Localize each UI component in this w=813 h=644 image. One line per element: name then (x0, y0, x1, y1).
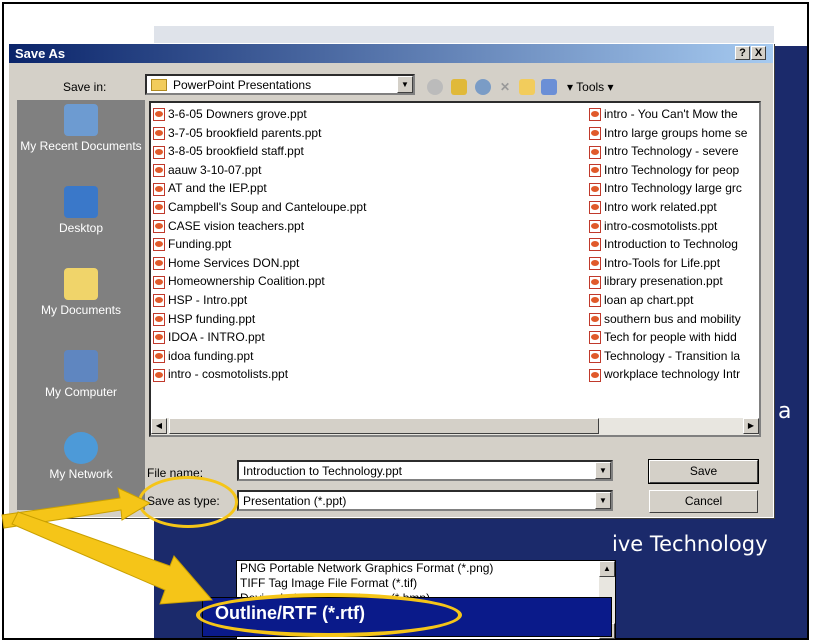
arrow-to-rtf-option (11, 511, 214, 605)
annotation-arrows (1, 487, 214, 605)
